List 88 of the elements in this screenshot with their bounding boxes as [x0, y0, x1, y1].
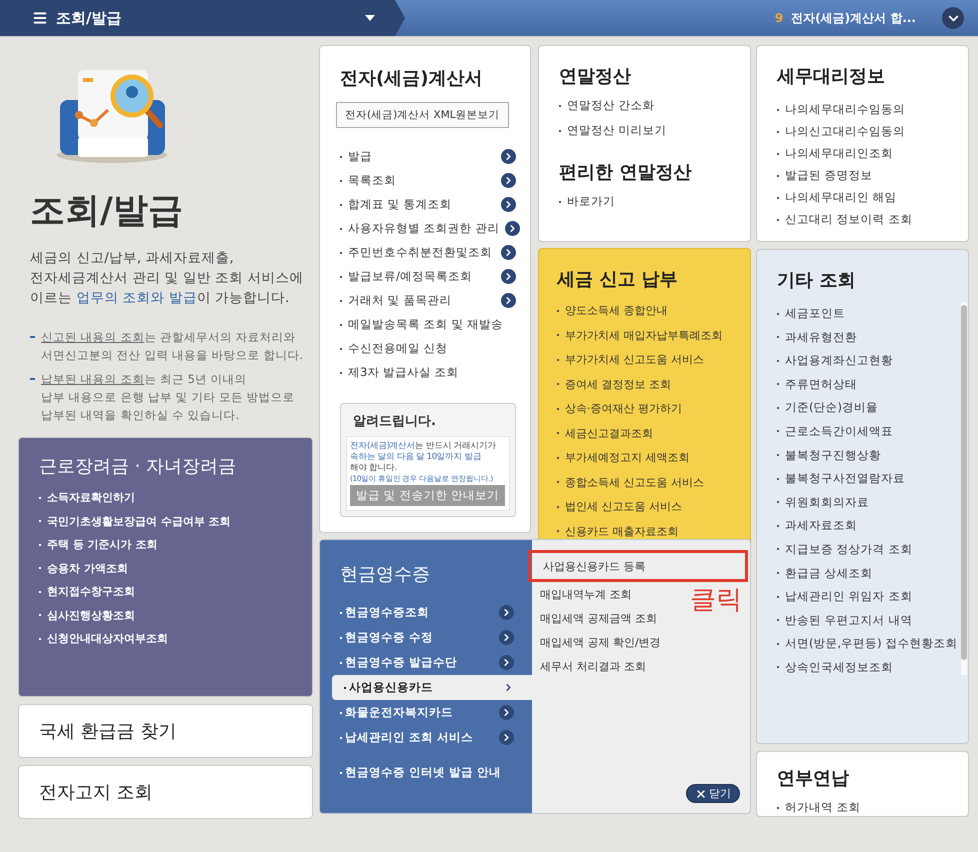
menu-link[interactable]: 합계표 및 통계조회 [340, 196, 516, 213]
page-description: 세금의 신고/납부, 과세자료제출, 전자세금계산서 관리 및 일반 조회 서비스에 이르는 업무의 조회와 발급이 가능합니다. [30, 249, 304, 308]
menu-link[interactable]: 과세유형전환 [777, 330, 958, 345]
menu-link[interactable]: 주택 등 기준시가 조회 [39, 537, 292, 552]
menu-link[interactable]: 발급 [340, 148, 516, 165]
menu-link[interactable]: 지급보증 정상가격 조회 [777, 542, 958, 557]
menu-link[interactable]: 현지접수창구조회 [39, 584, 292, 599]
card-title: 기타 조회 [777, 269, 856, 292]
card-title: 근로장려금 · 자녀장려금 [39, 455, 238, 478]
menu-link[interactable]: 부가가치세 매입자납부특례조회 [557, 328, 744, 342]
menu-link[interactable]: 상속인국세정보조회 [777, 660, 958, 675]
dropdown-caret-icon[interactable] [365, 15, 375, 21]
menu-link[interactable]: 나의세무대리인 해임 [777, 190, 948, 205]
menu-link[interactable]: 제3자 발급사실 조회 [340, 364, 516, 381]
menu-link[interactable]: 현금영수증 인터넷 발급 안내 [320, 760, 532, 785]
note-text: 신고된 내용의 조회는 관할세무서의 자료처리와 서면신고분의 전산 입력 내용을 바탕으로 합니다. [41, 329, 303, 364]
menu-link[interactable]: 승용차 가액조회 [39, 560, 292, 576]
menu-link[interactable]: 발급보류/예정목록조회 [340, 268, 516, 285]
menu-link[interactable]: 세금포인트 [777, 306, 958, 321]
card-title: 연부연납 [777, 767, 850, 790]
scrollbar[interactable] [961, 302, 968, 675]
menu-link[interactable]: 신청안내대상자여부조회 [39, 631, 292, 646]
menu-link[interactable]: 목록조회 [340, 172, 516, 189]
menu-link[interactable]: 납세관리인 조회 서비스 [320, 725, 532, 750]
menu-link[interactable]: 반송된 우편고지서 내역 [777, 612, 958, 628]
menu-title: 조회/발급 [56, 8, 122, 28]
close-button[interactable]: 닫기 [686, 784, 740, 803]
notice-count: 9 [774, 11, 784, 25]
menu-link[interactable]: 메일발송목록 조회 및 재발송 [340, 316, 516, 333]
dash-icon [30, 378, 35, 380]
menu-link[interactable]: 주류면허상태 [777, 376, 958, 392]
menu-link[interactable]: 사업용계좌신고현황 [777, 353, 958, 368]
card-title: 편리한 연말정산 [559, 161, 692, 184]
menu-link[interactable]: 연말정산 간소화 [559, 98, 730, 113]
submenu-link[interactable]: 사업용신용카드 등록 [528, 550, 748, 582]
menu-link[interactable]: 종합소득세 신고도움 서비스 [557, 474, 744, 490]
menu-link[interactable]: 불복청구진행상황 [777, 448, 958, 463]
menu-icon[interactable] [32, 10, 48, 26]
menu-link[interactable]: 증여세 결정정보 조회 [557, 376, 744, 392]
expand-button[interactable] [942, 7, 964, 29]
menu-link[interactable]: 사업용신용카드 [332, 675, 532, 700]
notice-text: 전자(세금)계산서는 반드시 거래시기가 속하는 달의 다음 달 10일까지 발급 해야 합니다. [350, 441, 498, 474]
card-title: 연말정산 [559, 65, 632, 88]
menu-link[interactable]: 서면(방문,우편등) 접수현황조회 [777, 636, 958, 652]
menu-link[interactable]: 주민번호수취분전환및조회 [340, 244, 516, 261]
click-annotation: 클릭 [690, 584, 742, 617]
page-title: 조회/발급 [30, 190, 184, 233]
close-icon [695, 788, 707, 800]
menu-link[interactable]: 소득자료확인하기 [39, 490, 292, 505]
menu-link[interactable]: 연말정산 미리보기 [559, 123, 730, 138]
menu-link[interactable]: 불복청구사전열람자료 [777, 471, 958, 486]
menu-link[interactable]: 사용자유형별 조회권한 관리 [340, 220, 516, 237]
refund-link[interactable]: 국세 환급금 찾기 [18, 704, 313, 758]
card-title: 세금 신고 납부 [557, 268, 679, 291]
menu-link[interactable]: 화물운전자복지카드 [320, 700, 532, 725]
menu-link[interactable]: 납세관리인 위임자 조회 [777, 589, 958, 604]
menu-link[interactable]: 허가내역 조회 [777, 800, 948, 815]
menu-link[interactable]: 부가가치세 신고도움 서비스 [557, 352, 744, 367]
menu-link[interactable]: 발급된 증명정보 [777, 168, 948, 183]
menu-link[interactable]: 위원회회의자료 [777, 494, 958, 510]
menu-link[interactable]: 상속·증여재산 평가하기 [557, 401, 744, 416]
menu-link[interactable]: 수신전용메일 신청 [340, 340, 516, 357]
e-notice-link[interactable]: 전자고지 조회 [18, 765, 313, 819]
menu-link[interactable]: 과세자료조회 [777, 518, 958, 534]
menu-link[interactable]: 환급금 상세조회 [777, 566, 958, 581]
menu-link[interactable]: 나의세무대리수임동의 [777, 102, 948, 117]
menu-link[interactable]: 신고대리 정보이력 조회 [777, 212, 948, 227]
dash-icon [30, 336, 35, 338]
card-title: 전자(세금)계산서 [340, 67, 484, 90]
menu-link[interactable]: 세금신고결과조회 [557, 426, 744, 440]
menu-link[interactable]: 기준(단순)경비율 [777, 400, 958, 416]
note-text: 납부된 내용의 조회는 최근 5년 이내의 납부 내용으로 은행 납부 및 기타 모든 방법으로 납부된 내역을 확인하실 수 있습니다. [41, 371, 295, 424]
menu-link[interactable]: 양도소득세 종합안내 [557, 303, 744, 318]
notice-title: 알려드립니다. [353, 413, 437, 430]
menu-link[interactable]: 나의신고대리수임동의 [777, 124, 948, 139]
menu-link[interactable]: 나의세무대리인조회 [777, 146, 948, 161]
xml-view-button[interactable]: 전자(세금)계산서 XML원본보기 [336, 102, 509, 128]
menu-link[interactable]: 심사진행상황조회 [39, 608, 292, 622]
menu-link[interactable]: 근로소득간이세액표 [777, 424, 958, 439]
menu-link[interactable]: 부가세예정고지 세액조회 [557, 450, 744, 465]
menu-link[interactable]: 법인세 신고도움 서비스 [557, 499, 744, 514]
menu-link[interactable]: 신용카드 매출자료조회 [557, 524, 744, 538]
card-title: 세무대리정보 [777, 65, 886, 88]
menu-link[interactable]: 국민기초생활보장급여 수급여부 조회 [39, 514, 292, 528]
notice-title[interactable]: 전자(세금)계산서 합... [791, 10, 916, 26]
menu-link[interactable]: 거래처 및 품목관리 [340, 292, 516, 309]
menu-link[interactable]: 바로가기 [559, 194, 730, 209]
card-title: 현금영수증 [340, 563, 431, 586]
